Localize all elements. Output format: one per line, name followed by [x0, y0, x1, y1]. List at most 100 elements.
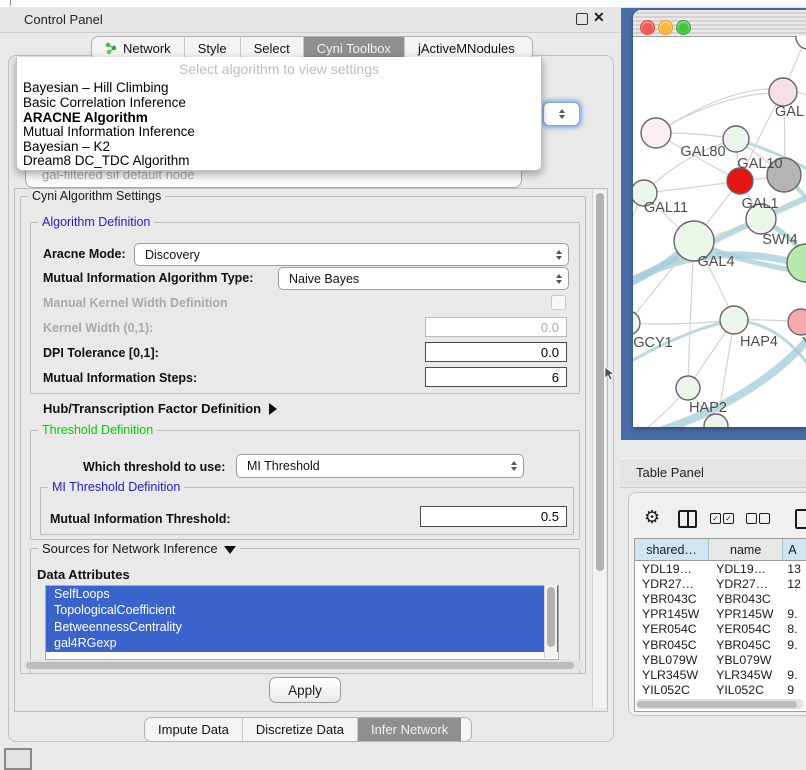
cell: YBR043C: [709, 591, 783, 606]
kernel-width-field[interactable]: 0.0: [425, 317, 567, 337]
list-item-gal4rgexp[interactable]: gal4RGexp: [46, 635, 558, 651]
attr-list-vscroll-thumb[interactable]: [547, 587, 555, 647]
cyni-algorithm-settings-title: Cyni Algorithm Settings: [28, 189, 165, 203]
apply-button-label: Apply: [288, 683, 322, 698]
table-row[interactable]: YER054CYER054C8.: [635, 622, 806, 637]
column-header-partial[interactable]: A: [783, 539, 806, 560]
column-header-shared-name[interactable]: shared…: [635, 539, 709, 560]
label-hap2: HAP2: [689, 400, 727, 416]
node-hap4[interactable]: [720, 306, 748, 334]
close-icon[interactable]: ✕: [593, 9, 605, 26]
popup-item-mutual-info[interactable]: Mutual Information Inference: [23, 124, 195, 139]
table-row[interactable]: YDL19…YDL19…13: [635, 561, 806, 576]
tab-network-label: Network: [123, 41, 171, 56]
unchecked-checkbox-icon[interactable]: [759, 513, 770, 524]
cell: YLR345W: [635, 667, 709, 682]
zoom-traffic-light-icon[interactable]: [676, 20, 691, 35]
attr-list-vscrollbar[interactable]: [544, 585, 557, 658]
cell: 12: [783, 576, 806, 591]
label-swi4: SWI4: [762, 232, 797, 248]
network-window: GAL GAL80 GAL10 GAL1 GAL11 GAL4 SWI4 GCY…: [633, 10, 806, 427]
cell: YER054C: [709, 622, 783, 637]
list-item-selfloops[interactable]: SelfLoops: [46, 586, 558, 602]
data-attributes-label: Data Attributes: [37, 567, 130, 582]
node-y-pink[interactable]: [788, 309, 806, 335]
list-item-betweennesscentrality[interactable]: BetweennessCentrality: [46, 619, 558, 635]
tab-discretize-data[interactable]: Discretize Data: [243, 718, 358, 741]
hub-definition-toggle[interactable]: Hub/Transcription Factor Definition: [43, 401, 277, 416]
node-top-partial[interactable]: [796, 36, 806, 49]
tab-cyni-toolbox-label: Cyni Toolbox: [317, 41, 391, 56]
apply-button[interactable]: Apply: [269, 677, 341, 703]
column-header-name[interactable]: name: [709, 539, 783, 560]
popup-item-bayesian-hill[interactable]: Bayesian – Hill Climbing: [23, 80, 169, 95]
node-gal80[interactable]: [641, 118, 671, 148]
popup-item-basic-correlation[interactable]: Basic Correlation Inference: [23, 95, 186, 110]
node-gcy1[interactable]: [633, 311, 640, 335]
cell: YDL19…: [709, 561, 783, 576]
stepper-arrows-icon: [553, 109, 571, 119]
network-canvas[interactable]: GAL GAL80 GAL10 GAL1 GAL11 GAL4 SWI4 GCY…: [633, 36, 806, 427]
minimize-traffic-light-icon[interactable]: [658, 20, 673, 35]
cell: YBR045C: [635, 637, 709, 652]
aracne-mode-combo[interactable]: Discovery: [134, 243, 569, 266]
table-row[interactable]: YIL052CYIL052C9: [635, 683, 806, 698]
which-threshold-combo[interactable]: MI Threshold: [236, 454, 524, 478]
mi-steps-label: Mutual Information Steps:: [43, 371, 197, 385]
new-table-icon[interactable]: [795, 509, 806, 529]
gear-icon[interactable]: ⚙: [644, 507, 660, 528]
table-hscrollbar[interactable]: [636, 699, 804, 709]
node-swi4[interactable]: [787, 244, 806, 282]
cell: YDR27…: [635, 576, 709, 591]
table-row[interactable]: YDR27…YDR27…12: [635, 576, 806, 591]
mi-algorithm-type-combo[interactable]: Naive Bayes: [278, 267, 569, 290]
sources-toggle[interactable]: Sources for Network Inference: [38, 541, 240, 556]
table-panel-title: Table Panel: [636, 465, 704, 480]
popup-item-aracne[interactable]: ARACNE Algorithm: [23, 110, 148, 125]
minimized-panel-chip[interactable]: [4, 748, 32, 770]
mouse-cursor: [604, 366, 616, 382]
table-row[interactable]: YLR345WYLR345W9.: [635, 667, 806, 682]
tab-style-label: Style: [198, 41, 227, 56]
inference-algorithm-combo-stepper[interactable]: [543, 102, 580, 126]
unchecked-checkbox-icon[interactable]: [746, 513, 757, 524]
table-row[interactable]: YBR045CYBR045C9.: [635, 637, 806, 652]
popup-item-dream8[interactable]: Dream8 DC_TDC Algorithm: [23, 153, 190, 168]
settings-vscrollbar[interactable]: [592, 190, 606, 708]
cell: YBL079W: [635, 652, 709, 667]
settings-hscrollbar[interactable]: [24, 660, 584, 670]
hub-definition-label: Hub/Transcription Factor Definition: [43, 401, 261, 416]
edge: [688, 241, 694, 388]
cell: 8.: [783, 622, 806, 637]
table-row[interactable]: YBL079WYBL079W: [635, 652, 806, 667]
tab-impute-data[interactable]: Impute Data: [145, 718, 243, 741]
settings-vscroll-thumb[interactable]: [596, 193, 604, 571]
manual-kernel-width-label: Manual Kernel Width Definition: [43, 296, 228, 310]
tab-infer-network[interactable]: Infer Network: [358, 718, 461, 741]
label-gal4: GAL4: [697, 254, 734, 270]
node-gal-partial[interactable]: [769, 78, 797, 106]
close-traffic-light-icon[interactable]: [640, 20, 655, 35]
table-row[interactable]: YPR145WYPR145W9.: [635, 607, 806, 622]
mi-threshold-field[interactable]: 0.5: [420, 506, 567, 527]
tab-infer-network-label: Infer Network: [371, 722, 448, 737]
cell: YLR345W: [709, 667, 783, 682]
split-columns-icon[interactable]: [678, 510, 697, 528]
cell: 9.: [783, 667, 806, 682]
manual-kernel-width-checkbox[interactable]: [551, 295, 566, 310]
list-item-topologicalcoefficient[interactable]: TopologicalCoefficient: [46, 602, 558, 618]
mi-steps-field[interactable]: 6: [425, 367, 567, 387]
kernel-width-label: Kernel Width (0,1):: [43, 321, 153, 335]
node-attribute-table: shared… name A YDL19…YDL19…13 YDR27…YDR2…: [634, 538, 806, 712]
settings-hscroll-thumb[interactable]: [26, 662, 574, 669]
node-hap2[interactable]: [676, 376, 700, 400]
table-hscroll-thumb[interactable]: [637, 701, 797, 708]
checked-checkbox-icon[interactable]: ✓: [710, 513, 721, 524]
dpi-tolerance-field[interactable]: 0.0: [425, 342, 567, 362]
node-gal10[interactable]: [723, 126, 749, 152]
table-row[interactable]: YBR043CYBR043C: [635, 591, 806, 606]
cell: 9.: [783, 607, 806, 622]
checked-checkbox-icon[interactable]: ✓: [723, 513, 734, 524]
float-window-icon[interactable]: [576, 13, 588, 25]
popup-item-bayesian-k2[interactable]: Bayesian – K2: [23, 139, 110, 154]
